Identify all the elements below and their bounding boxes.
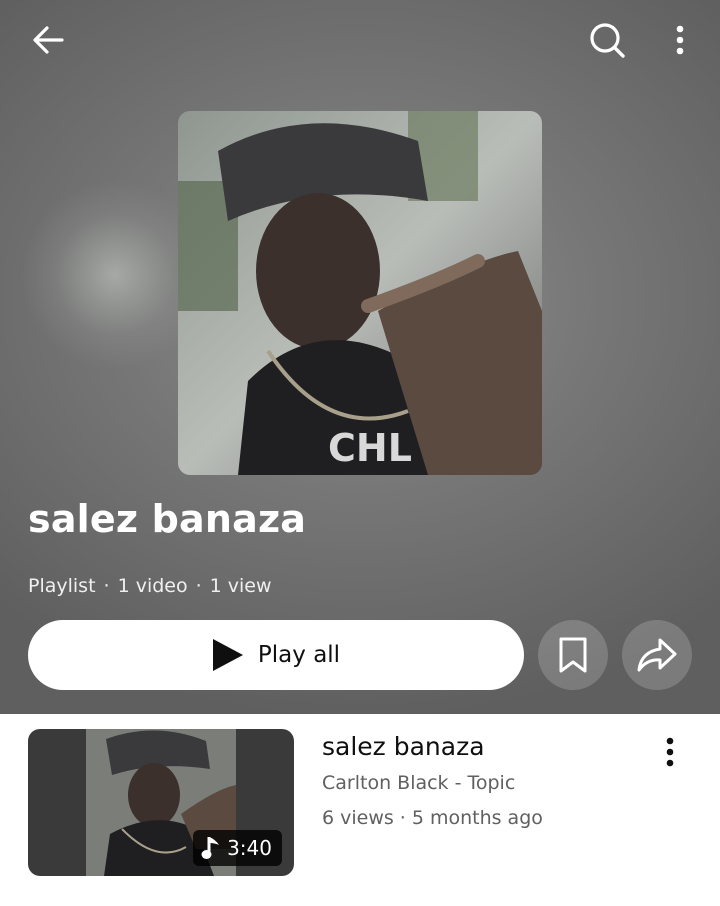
playlist-meta: Playlist · 1 video · 1 view (28, 575, 272, 597)
separator-dot: · (103, 575, 110, 597)
video-views: 6 views (322, 807, 394, 829)
bookmark-icon (559, 637, 587, 673)
playlist-header: CHL salez banaza Playlist · 1 video · 1 view… (0, 0, 720, 714)
playlist-type: Playlist (28, 575, 96, 597)
music-note-icon (201, 837, 220, 859)
search-button[interactable] (584, 18, 630, 62)
svg-text:CHL: CHL (328, 426, 412, 470)
more-vert-icon (676, 25, 684, 55)
more-options-button[interactable] (660, 18, 700, 62)
play-all-button[interactable]: Play all (28, 620, 524, 690)
video-thumbnail[interactable]: 3:40 (28, 729, 294, 876)
video-age: 5 months ago (411, 807, 543, 829)
separator-dot: · (399, 807, 406, 829)
back-button[interactable] (22, 18, 74, 62)
video-title[interactable]: salez banaza (322, 732, 485, 761)
video-more-button[interactable] (650, 732, 690, 772)
share-icon (637, 638, 677, 672)
duration-badge: 3:40 (193, 830, 282, 866)
play-all-label: Play all (257, 642, 341, 668)
video-channel[interactable]: Carlton Black - Topic (322, 772, 515, 794)
playlist-title: salez banaza (28, 497, 307, 541)
duration-text: 3:40 (227, 836, 272, 860)
arrow-left-icon (33, 26, 64, 54)
video-stats: 6 views · 5 months ago (322, 807, 543, 829)
save-playlist-button[interactable] (538, 620, 608, 690)
share-button[interactable] (622, 620, 692, 690)
separator-dot: · (195, 575, 202, 597)
search-icon (590, 23, 625, 58)
video-count: 1 video (117, 575, 188, 597)
view-count: 1 view (209, 575, 272, 597)
playlist-video-item[interactable]: 3:40 salez banaza Carlton Black - Topic … (0, 714, 720, 894)
play-icon (212, 639, 243, 671)
playlist-cover-image: CHL (178, 111, 542, 475)
more-vert-icon (666, 737, 674, 767)
